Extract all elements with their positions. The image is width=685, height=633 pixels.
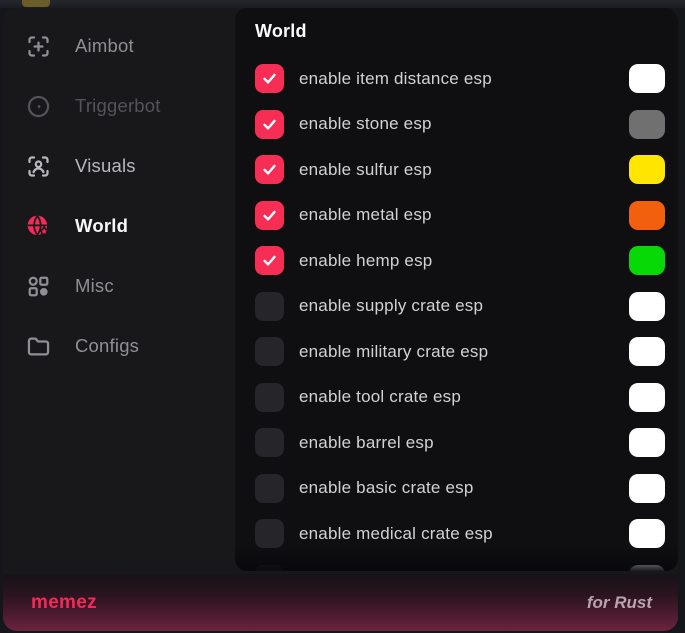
sidebar-item-aimbot[interactable]: Aimbot bbox=[3, 16, 235, 76]
tagline: for Rust bbox=[587, 593, 652, 613]
aimbot-icon bbox=[25, 33, 52, 60]
esp-row: enable item distance esp bbox=[235, 56, 678, 102]
esp-row: enable hemp esp bbox=[235, 238, 678, 284]
esp-row: enable metal esp bbox=[235, 193, 678, 239]
esp-row: enable medical crate esp bbox=[235, 511, 678, 557]
sidebar-item-visuals[interactable]: Visuals bbox=[3, 136, 235, 196]
sidebar-item-triggerbot[interactable]: Triggerbot bbox=[3, 76, 235, 136]
color-swatch-enable-stone-esp[interactable] bbox=[629, 110, 665, 139]
esp-row: enable barrel esp bbox=[235, 420, 678, 466]
esp-row-label: enable stone esp bbox=[299, 114, 432, 134]
esp-row bbox=[235, 557, 678, 572]
world-panel: World enable item distance esp enable st… bbox=[235, 8, 678, 571]
screen: Aimbot Triggerbot Visuals World Misc Con… bbox=[0, 0, 685, 633]
checkbox-enable-hemp-esp[interactable] bbox=[255, 246, 284, 275]
checkbox-enable-metal-esp[interactable] bbox=[255, 201, 284, 230]
configs-icon bbox=[25, 333, 52, 360]
checkbox-enable-stone-esp[interactable] bbox=[255, 110, 284, 139]
color-swatch-enable-barrel-esp[interactable] bbox=[629, 428, 665, 457]
esp-row: enable basic crate esp bbox=[235, 466, 678, 512]
color-swatch-enable-sulfur-esp[interactable] bbox=[629, 155, 665, 184]
esp-row-label: enable supply crate esp bbox=[299, 296, 483, 316]
checkbox-enable-barrel-esp[interactable] bbox=[255, 428, 284, 457]
sidebar-item-world[interactable]: World bbox=[3, 196, 235, 256]
sidebar: Aimbot Triggerbot Visuals World Misc Con… bbox=[3, 8, 235, 574]
checkbox-enable-tool-crate-esp[interactable] bbox=[255, 383, 284, 412]
sidebar-item-label: Visuals bbox=[75, 155, 136, 177]
brand-name: memez bbox=[31, 592, 97, 614]
cheat-window: Aimbot Triggerbot Visuals World Misc Con… bbox=[3, 8, 678, 631]
esp-row: enable tool crate esp bbox=[235, 375, 678, 421]
checkbox-partial-row[interactable] bbox=[255, 565, 284, 571]
sidebar-item-label: Triggerbot bbox=[75, 95, 161, 117]
panel-title: World bbox=[235, 8, 678, 41]
color-swatch-enable-basic-crate-esp[interactable] bbox=[629, 474, 665, 503]
color-swatch-enable-military-crate-esp[interactable] bbox=[629, 337, 665, 366]
misc-icon bbox=[25, 273, 52, 300]
checkbox-enable-basic-crate-esp[interactable] bbox=[255, 474, 284, 503]
color-swatch-enable-hemp-esp[interactable] bbox=[629, 246, 665, 275]
esp-row: enable stone esp bbox=[235, 102, 678, 148]
esp-row-label: enable metal esp bbox=[299, 205, 432, 225]
sidebar-item-label: Misc bbox=[75, 275, 114, 297]
esp-row-label: enable hemp esp bbox=[299, 251, 432, 271]
background-strip bbox=[0, 0, 685, 8]
color-swatch-enable-medical-crate-esp[interactable] bbox=[629, 519, 665, 548]
esp-row-label: enable barrel esp bbox=[299, 433, 434, 453]
checkbox-enable-item-distance-esp[interactable] bbox=[255, 64, 284, 93]
sidebar-item-configs[interactable]: Configs bbox=[3, 316, 235, 376]
world-icon bbox=[25, 213, 52, 240]
esp-row-label: enable medical crate esp bbox=[299, 524, 493, 544]
esp-row: enable military crate esp bbox=[235, 329, 678, 375]
color-swatch-enable-supply-crate-esp[interactable] bbox=[629, 292, 665, 321]
esp-row: enable sulfur esp bbox=[235, 147, 678, 193]
esp-settings-list: enable item distance esp enable stone es… bbox=[235, 56, 678, 571]
color-swatch-partial-row[interactable] bbox=[629, 565, 665, 571]
footer: memez for Rust bbox=[3, 574, 678, 631]
sidebar-item-label: Configs bbox=[75, 335, 139, 357]
visuals-icon bbox=[25, 153, 52, 180]
checkbox-enable-military-crate-esp[interactable] bbox=[255, 337, 284, 366]
esp-row-label: enable tool crate esp bbox=[299, 387, 461, 407]
checkbox-enable-supply-crate-esp[interactable] bbox=[255, 292, 284, 321]
triggerbot-icon bbox=[25, 93, 52, 120]
esp-row-label: enable military crate esp bbox=[299, 342, 488, 362]
sidebar-item-label: Aimbot bbox=[75, 35, 134, 57]
esp-row: enable supply crate esp bbox=[235, 284, 678, 330]
color-swatch-enable-metal-esp[interactable] bbox=[629, 201, 665, 230]
esp-row-label: enable basic crate esp bbox=[299, 478, 474, 498]
background-glimpse bbox=[22, 0, 50, 7]
color-swatch-enable-item-distance-esp[interactable] bbox=[629, 64, 665, 93]
sidebar-item-misc[interactable]: Misc bbox=[3, 256, 235, 316]
color-swatch-enable-tool-crate-esp[interactable] bbox=[629, 383, 665, 412]
checkbox-enable-medical-crate-esp[interactable] bbox=[255, 519, 284, 548]
checkbox-enable-sulfur-esp[interactable] bbox=[255, 155, 284, 184]
sidebar-item-label: World bbox=[75, 215, 128, 237]
esp-row-label: enable item distance esp bbox=[299, 69, 492, 89]
esp-row-label: enable sulfur esp bbox=[299, 160, 432, 180]
